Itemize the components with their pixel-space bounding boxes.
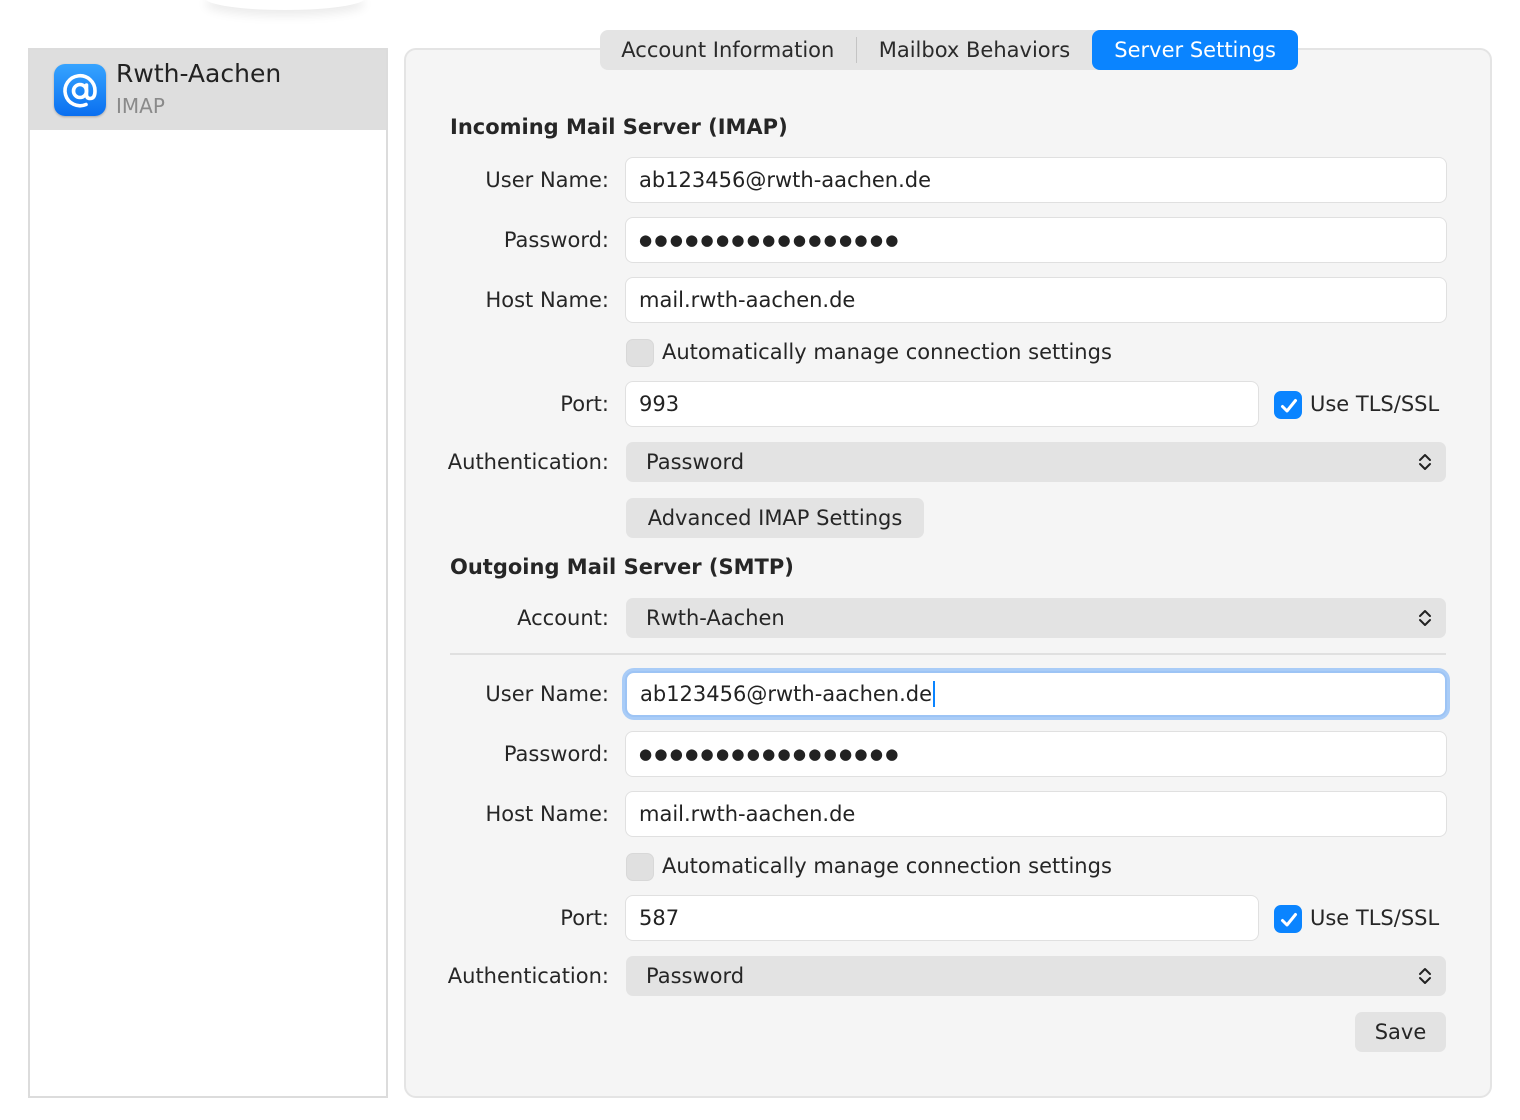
checkmark-icon (1281, 399, 1297, 413)
outgoing-account-select[interactable]: Rwth-Aachen (626, 598, 1446, 638)
chevron-up-down-icon (1419, 968, 1431, 984)
incoming-password-field[interactable]: ●●●●●●●●●●●●●●●●● (625, 217, 1447, 263)
incoming-auto-manage-label: Automatically manage connection settings (662, 340, 1112, 364)
outgoing-port-field[interactable]: 587 (625, 895, 1259, 941)
save-button[interactable]: Save (1355, 1012, 1446, 1052)
outgoing-auto-manage-label: Automatically manage connection settings (662, 854, 1112, 878)
outgoing-password-field[interactable]: ●●●●●●●●●●●●●●●●● (625, 731, 1447, 777)
outgoing-tls-label: Use TLS/SSL (1310, 906, 1440, 930)
incoming-tls-checkbox[interactable] (1274, 391, 1302, 419)
incoming-username-label: User Name: (485, 168, 609, 192)
chevron-up-down-icon (1419, 610, 1431, 626)
outgoing-tls-checkbox[interactable] (1274, 905, 1302, 933)
outgoing-username-value: ab123456@rwth-aachen.de (640, 682, 933, 706)
incoming-host-value: mail.rwth-aachen.de (639, 288, 856, 312)
outgoing-host-field[interactable]: mail.rwth-aachen.de (625, 791, 1447, 837)
account-type: IMAP (116, 94, 165, 118)
incoming-host-field[interactable]: mail.rwth-aachen.de (625, 277, 1447, 323)
section-divider (450, 653, 1446, 655)
incoming-port-value: 993 (639, 392, 680, 416)
tab-bar: Account Information Mailbox Behaviors Se… (600, 30, 1298, 70)
account-name: Rwth-Aachen (116, 59, 282, 88)
outgoing-username-label: User Name: (485, 682, 609, 706)
incoming-port-field[interactable]: 993 (625, 381, 1259, 427)
outgoing-password-label: Password: (503, 742, 609, 766)
incoming-host-label: Host Name: (485, 288, 609, 312)
tab-server-settings[interactable]: Server Settings (1092, 30, 1298, 70)
incoming-auto-manage-checkbox[interactable] (626, 339, 654, 367)
outgoing-port-value: 587 (639, 906, 680, 930)
text-caret (933, 681, 936, 707)
tab-account-information[interactable]: Account Information (600, 30, 856, 70)
incoming-tls-label: Use TLS/SSL (1310, 392, 1440, 416)
outgoing-section-title: Outgoing Mail Server (SMTP) (450, 555, 794, 579)
incoming-auth-select[interactable]: Password (626, 442, 1446, 482)
checkmark-icon (1281, 913, 1297, 927)
tab-mailbox-behaviors[interactable]: Mailbox Behaviors (857, 30, 1093, 70)
outgoing-password-mask: ●●●●●●●●●●●●●●●●● (639, 745, 901, 763)
incoming-username-field[interactable]: ab123456@rwth-aachen.de (625, 157, 1447, 203)
window-shadow (205, 0, 365, 10)
outgoing-account-value: Rwth-Aachen (646, 606, 785, 630)
outgoing-host-label: Host Name: (485, 802, 609, 826)
incoming-auth-value: Password (646, 450, 745, 474)
outgoing-auto-manage-checkbox[interactable] (626, 853, 654, 881)
incoming-auth-label: Authentication: (447, 450, 609, 474)
outgoing-auth-select[interactable]: Password (626, 956, 1446, 996)
outgoing-auth-label: Authentication: (447, 964, 609, 988)
account-row-rwth-aachen[interactable]: Rwth-Aachen IMAP (30, 50, 386, 130)
outgoing-auth-value: Password (646, 964, 745, 988)
incoming-username-value: ab123456@rwth-aachen.de (639, 168, 932, 192)
chevron-up-down-icon (1419, 454, 1431, 470)
outgoing-account-label: Account: (517, 606, 609, 630)
incoming-section-title: Incoming Mail Server (IMAP) (450, 115, 788, 139)
incoming-port-label: Port: (560, 392, 609, 416)
accounts-sidebar: Rwth-Aachen IMAP (28, 48, 388, 1098)
incoming-password-label: Password: (503, 228, 609, 252)
outgoing-port-label: Port: (560, 906, 609, 930)
outgoing-username-field[interactable]: ab123456@rwth-aachen.de (625, 671, 1447, 717)
advanced-imap-settings-button[interactable]: Advanced IMAP Settings (626, 498, 924, 538)
at-sign-icon (54, 64, 106, 116)
incoming-password-mask: ●●●●●●●●●●●●●●●●● (639, 231, 901, 249)
outgoing-host-value: mail.rwth-aachen.de (639, 802, 856, 826)
